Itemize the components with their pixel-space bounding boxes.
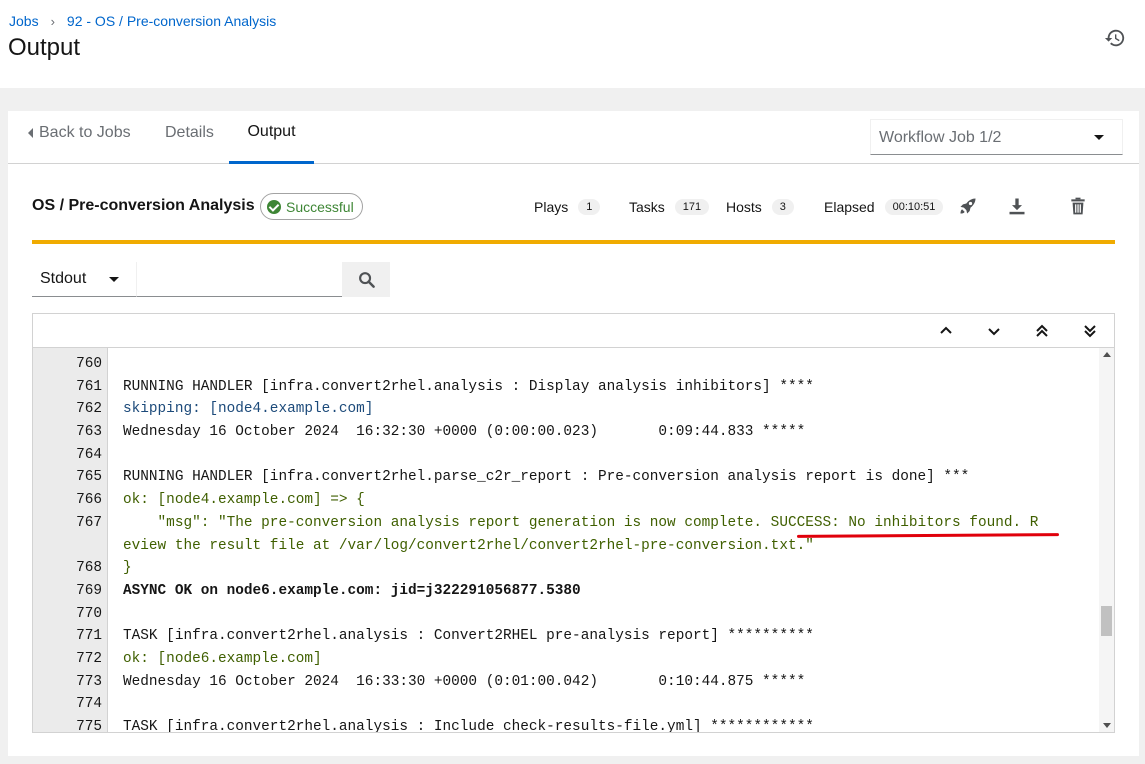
elapsed-stat: Elapsed 00:10:51	[824, 199, 944, 215]
status-label: Successful	[286, 198, 354, 215]
output-line: 771 TASK [infra.convert2rhel.analysis : C…	[76, 628, 814, 645]
tasks-label: Tasks	[629, 199, 665, 215]
history-icon[interactable]	[1104, 27, 1126, 49]
tab-bar: Back to Jobs Details Output Workflow Job…	[8, 111, 1139, 164]
page-header: Jobs › 92 - OS / Pre-conversion Analysis…	[0, 0, 1145, 88]
chevron-down-icon[interactable]	[986, 323, 1002, 339]
caret-down-icon	[109, 277, 119, 282]
output-line: 770	[76, 605, 102, 622]
trash-icon[interactable]	[1068, 196, 1088, 216]
output-line: 775 TASK [infra.convert2rhel.analysis : I…	[76, 719, 814, 732]
plays-count: 1	[578, 199, 601, 215]
scroll-down-arrow-icon[interactable]	[1103, 723, 1111, 728]
output-line: eview the result file at /var/log/conver…	[123, 537, 814, 554]
output-line: 760	[76, 356, 102, 372]
output-line: 762 skipping: [node4.example.com]	[76, 401, 374, 418]
scroll-up-arrow-icon[interactable]	[1103, 352, 1111, 357]
breadcrumb-jobs-link[interactable]: Jobs	[9, 13, 39, 29]
tasks-stat: Tasks 171	[629, 199, 710, 215]
output-line: 766 ok: [node4.example.com] => {	[76, 492, 365, 509]
double-chevron-up-icon[interactable]	[1034, 323, 1050, 339]
stdout-filter-value: Stdout	[40, 270, 87, 287]
check-circle-icon	[267, 199, 281, 214]
tasks-count: 171	[674, 199, 710, 215]
job-status-bar	[32, 240, 1115, 244]
plays-label: Plays	[534, 199, 569, 215]
tab-output[interactable]: Output	[229, 111, 314, 164]
search-button[interactable]	[342, 262, 390, 297]
chevron-up-icon[interactable]	[938, 323, 954, 339]
double-chevron-down-icon[interactable]	[1082, 323, 1098, 339]
output-scrollbar[interactable]	[1099, 348, 1114, 732]
breadcrumb-job-link[interactable]: 92 - OS / Pre-conversion Analysis	[67, 13, 276, 29]
status-badge: Successful	[260, 193, 363, 220]
output-line: 763 Wednesday 16 October 2024 16:32:30 +0…	[76, 424, 806, 441]
output-line: 761 RUNNING HANDLER [infra.convert2rhel.a…	[76, 378, 814, 395]
tab-details[interactable]: Details	[165, 111, 214, 164]
tab-back-label: Back to Jobs	[39, 123, 131, 141]
workflow-job-select[interactable]: Workflow Job 1/2	[870, 119, 1123, 155]
output-line: 773 Wednesday 16 October 2024 16:33:30 +0…	[76, 673, 806, 690]
download-icon[interactable]	[1007, 196, 1027, 216]
stdout-filter-select[interactable]: Stdout	[32, 262, 136, 297]
output-nav-toolbar	[33, 314, 1114, 348]
output-lines: 760 761 RUNNING HANDLER [infra.convert2rh…	[33, 353, 1099, 732]
tab-back-to-jobs[interactable]: Back to Jobs	[28, 111, 131, 164]
rocket-icon[interactable]	[958, 196, 978, 216]
job-title: OS / Pre-conversion Analysis	[32, 197, 255, 214]
hosts-label: Hosts	[726, 199, 762, 215]
output-line: 767 "msg": "The pre-conversion analysis …	[76, 514, 1039, 531]
job-output-card: Back to Jobs Details Output Workflow Job…	[8, 111, 1139, 756]
caret-down-icon	[1094, 135, 1104, 140]
plays-stat: Plays 1	[534, 199, 601, 215]
scroll-thumb[interactable]	[1101, 606, 1112, 636]
search-icon	[358, 272, 375, 288]
caret-left-icon	[28, 127, 33, 138]
output-line: 765 RUNNING HANDLER [infra.convert2rhel.p…	[76, 469, 970, 486]
output-line: 768}	[76, 560, 132, 577]
chevron-right-icon: ›	[50, 13, 55, 29]
hosts-stat: Hosts 3	[726, 199, 794, 215]
elapsed-count: 00:10:51	[884, 199, 944, 215]
output-line: 772 ok: [node6.example.com]	[76, 650, 322, 667]
search-input[interactable]	[136, 262, 342, 297]
elapsed-label: Elapsed	[824, 199, 875, 215]
page-title: Output	[8, 34, 81, 61]
output-body: 760 761 RUNNING HANDLER [infra.convert2rh…	[33, 348, 1114, 732]
workflow-job-value: Workflow Job 1/2	[879, 129, 1002, 146]
output-line: 769 ASYNC OK on node6.example.com: jid=j3…	[76, 582, 581, 599]
hosts-count: 3	[771, 199, 794, 215]
output-line: 774	[76, 696, 102, 713]
breadcrumb: Jobs › 92 - OS / Pre-conversion Analysis	[9, 13, 276, 29]
job-output-panel: 760 761 RUNNING HANDLER [infra.convert2rh…	[32, 313, 1115, 733]
output-line: 764	[76, 446, 102, 463]
